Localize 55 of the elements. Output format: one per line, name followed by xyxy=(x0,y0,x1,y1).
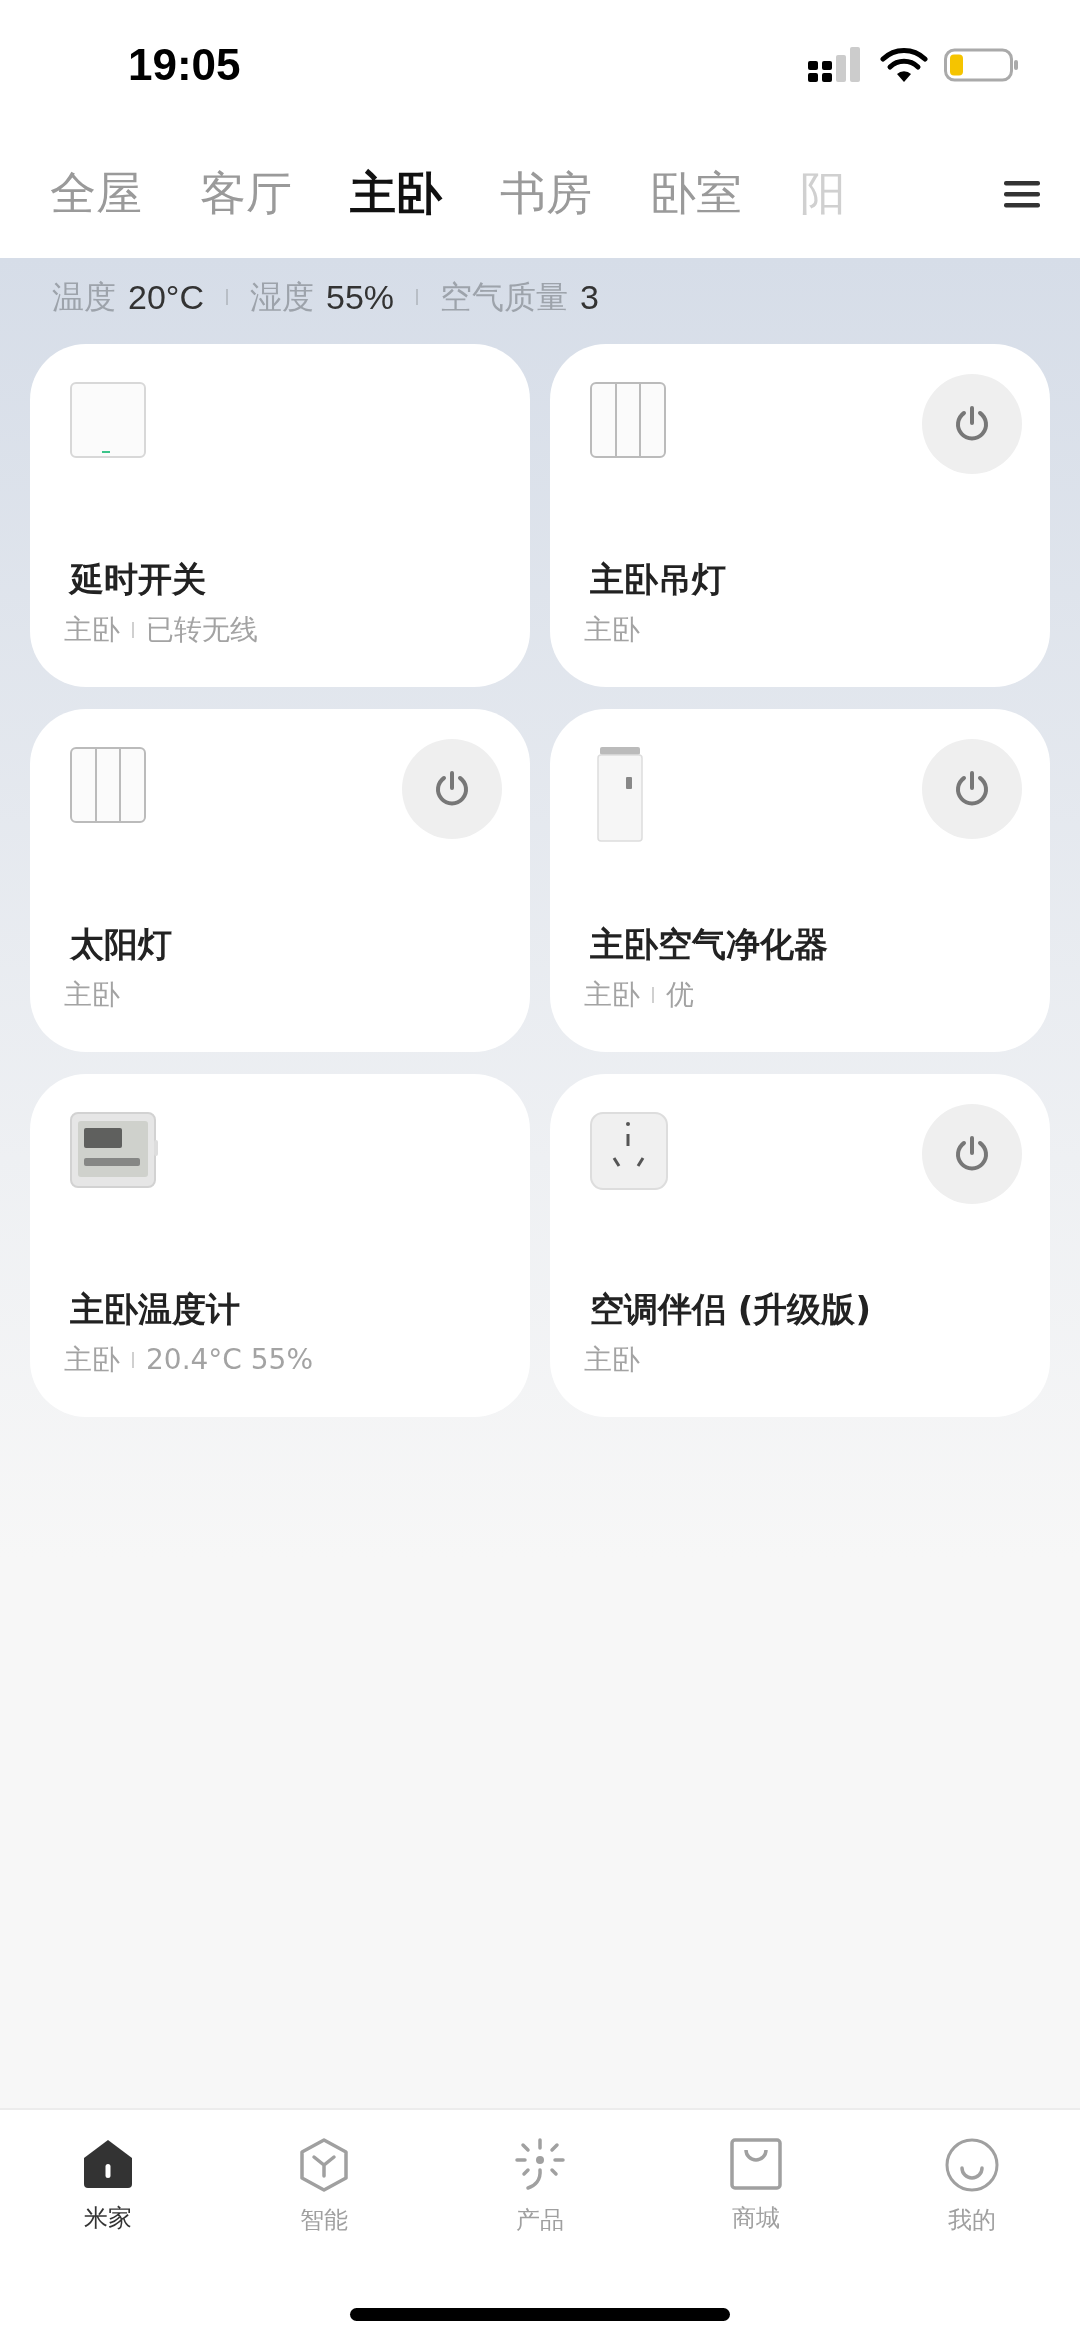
device-status: 已转无线 xyxy=(146,612,258,648)
device-name: 主卧空气净化器 xyxy=(590,923,829,966)
device-card[interactable]: 主卧吊灯 主卧 xyxy=(550,344,1050,687)
nav-tab[interactable]: 米家 xyxy=(0,2138,216,2238)
power-icon xyxy=(954,1135,990,1173)
device-card[interactable]: 空调伴侣 (升级版) 主卧 xyxy=(550,1074,1050,1417)
nav-tab[interactable]: 商城 xyxy=(648,2138,864,2238)
socket-icon xyxy=(590,1112,668,1190)
status-time: 19:05 xyxy=(128,39,241,91)
battery-icon xyxy=(944,47,1020,83)
nav-tab[interactable]: 智能 xyxy=(216,2138,432,2238)
home-icon xyxy=(82,2138,134,2190)
device-status: 20.4°C 55% xyxy=(146,1342,314,1378)
environment-label: 温度 xyxy=(52,277,116,318)
device-card[interactable]: 太阳灯 主卧 xyxy=(30,709,530,1052)
device-card[interactable]: 主卧温度计 主卧 20.4°C 55% xyxy=(30,1074,530,1417)
device-name: 太阳灯 xyxy=(70,923,173,966)
room-tab[interactable]: 卧室 xyxy=(650,166,742,222)
environment-label: 空气质量 xyxy=(440,277,569,318)
power-icon xyxy=(434,770,470,808)
device-status: 优 xyxy=(666,977,694,1013)
device-room: 主卧 xyxy=(584,612,640,648)
environment-value: 3 xyxy=(580,276,599,318)
room-tab[interactable]: 主卧 xyxy=(350,166,442,222)
device-room: 主卧 xyxy=(584,1342,640,1378)
device-name: 延时开关 xyxy=(70,558,207,601)
smiley-icon xyxy=(945,2138,999,2192)
nav-tab[interactable]: 产品 xyxy=(432,2138,648,2238)
room-tab[interactable]: 客厅 xyxy=(200,166,292,222)
environment-value: 20°C xyxy=(128,276,204,318)
device-room: 主卧 xyxy=(64,977,120,1013)
shopping-bag-icon xyxy=(730,2138,782,2190)
environment-value: 55% xyxy=(325,276,395,318)
thermometer-icon xyxy=(70,1112,158,1188)
power-icon xyxy=(954,405,990,443)
wall-switch-icon xyxy=(590,382,666,458)
wall-switch-icon xyxy=(70,747,146,823)
sparkle-icon xyxy=(515,2138,565,2192)
device-card[interactable]: 主卧空气净化器 主卧 优 xyxy=(550,709,1050,1052)
device-name: 空调伴侣 (升级版) xyxy=(590,1288,872,1331)
wall-switch-icon xyxy=(70,382,146,458)
room-tab[interactable]: 书房 xyxy=(500,166,592,222)
device-name: 主卧温度计 xyxy=(70,1288,241,1331)
device-name: 主卧吊灯 xyxy=(590,558,727,601)
room-tab[interactable]: 全屋 xyxy=(50,166,142,222)
power-icon xyxy=(954,770,990,808)
device-room: 主卧 xyxy=(64,612,120,648)
device-room: 主卧 xyxy=(584,977,640,1013)
environment-label: 湿度 xyxy=(249,277,314,318)
device-card[interactable]: 延时开关 主卧 已转无线 xyxy=(30,344,530,687)
menu-icon[interactable] xyxy=(1004,179,1040,209)
hexagon-icon xyxy=(299,2138,349,2192)
device-room: 主卧 xyxy=(64,1342,120,1378)
wifi-icon xyxy=(880,47,928,83)
nav-tab[interactable]: 我的 xyxy=(864,2138,1080,2238)
